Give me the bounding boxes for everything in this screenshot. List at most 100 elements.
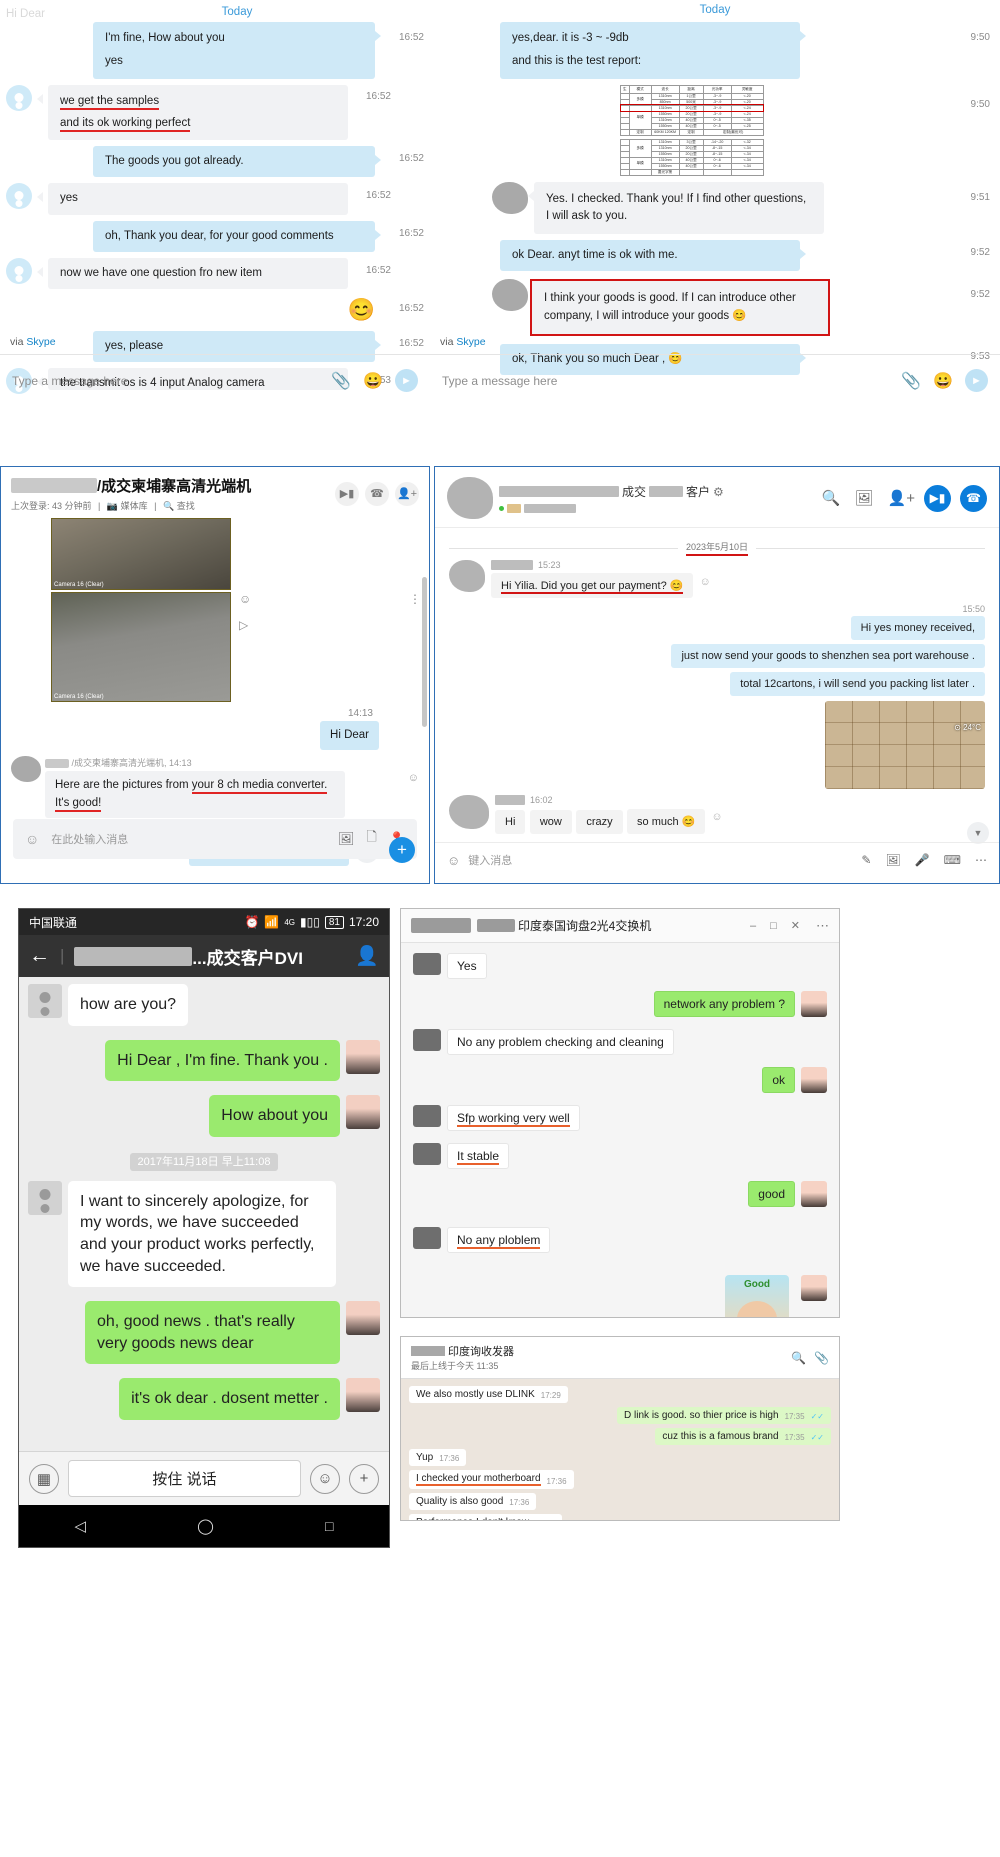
message-bubble[interactable]: Yes	[447, 953, 487, 979]
emoji-reaction-icon[interactable]: ☺	[699, 576, 710, 588]
message-bubble[interactable]: Quality is also good 17:36	[409, 1493, 537, 1510]
baby-sticker[interactable]: Good	[725, 1275, 789, 1317]
message-input[interactable]: 在此处输入消息	[51, 831, 326, 847]
message-bubble[interactable]: No any ploblem	[447, 1227, 551, 1253]
message-row[interactable]: just now send your goods to shenzhen sea…	[449, 644, 985, 668]
message-bubble[interactable]: oh, Thank you dear, for your good commen…	[93, 220, 375, 252]
message-row[interactable]: I checked your motherboard 17:36	[401, 1468, 839, 1491]
gear-icon[interactable]: ⚙	[713, 485, 724, 499]
maximize-icon[interactable]: □	[770, 920, 777, 932]
mic-icon[interactable]: 🎤	[915, 853, 930, 867]
message-bubble[interactable]: good	[748, 1181, 795, 1207]
message-row[interactable]: yes 16:52	[6, 183, 424, 215]
message-bubble[interactable]: How about you	[209, 1095, 340, 1137]
message-row[interactable]: Hi yes money received,	[449, 616, 985, 640]
message-bubble[interactable]: Hi	[495, 810, 526, 834]
message-bubble[interactable]: Hi Yilia. Did you get our payment? 😊	[491, 573, 694, 598]
emoji-icon[interactable]: ☺	[25, 831, 39, 847]
message-row[interactable]: it's ok dear . dosent metter .	[19, 1371, 389, 1427]
message-row[interactable]: ⊙ 24°C	[449, 701, 985, 789]
message-row[interactable]: how are you?	[19, 977, 389, 1033]
hold-to-talk-button[interactable]: 按住 说话	[68, 1460, 301, 1497]
message-composer[interactable]: Type a message here 📎 😀 ►	[430, 359, 1000, 402]
message-bubble[interactable]: network any problem ?	[653, 991, 795, 1017]
message-row[interactable]: network any problem ?	[401, 985, 839, 1023]
home-circle-icon[interactable]: ◯	[197, 1517, 214, 1535]
message-bubble[interactable]: now we have one question fro new item	[48, 257, 348, 289]
message-row[interactable]: good	[401, 1175, 839, 1213]
screenshot-icon[interactable]: 🖼	[885, 853, 900, 867]
voice-call-button[interactable]: ☎	[960, 484, 987, 512]
contact-card-icon[interactable]: 🗋	[366, 828, 376, 850]
video-camera-icon[interactable]: ▶▮	[335, 481, 359, 506]
camera-image-2[interactable]: Camera 16 (Clear)	[51, 592, 231, 702]
message-row[interactable]: I'm fine, How about you yes 16:52	[6, 22, 424, 79]
message-bubble[interactable]: ok	[762, 1067, 795, 1093]
emoji-icon[interactable]: 😀	[933, 371, 953, 391]
message-composer[interactable]: ☺ 键入消息 ✎ 🖼 🎤 ⌨ ⋯	[435, 842, 999, 877]
message-bubble[interactable]: No any problem checking and cleaning	[447, 1029, 674, 1055]
message-row[interactable]: Yes	[401, 947, 839, 985]
scrollbar[interactable]	[422, 577, 427, 727]
message-input[interactable]: Type a message here	[442, 374, 889, 388]
message-bubble[interactable]: I checked your motherboard 17:36	[409, 1470, 574, 1489]
message-row[interactable]: The goods you got already. 16:52	[6, 146, 424, 178]
attach-icon[interactable]: 📎	[331, 371, 351, 391]
emoji-icon[interactable]: ☺	[447, 853, 460, 868]
message-bubble[interactable]: Performance I don't know 17:37	[409, 1514, 563, 1520]
plus-icon[interactable]: +	[349, 1463, 379, 1494]
emoji-icon[interactable]: ☺	[310, 1463, 340, 1494]
message-bubble[interactable]: oh, good news . that's really very goods…	[85, 1301, 340, 1365]
message-bubble[interactable]: total 12cartons, i will send you packing…	[730, 672, 985, 696]
scroll-down-button[interactable]: ▼	[967, 822, 989, 844]
message-row[interactable]: Hi Dear , I'm fine. Thank you .	[19, 1033, 389, 1089]
message-bubble[interactable]: Hi yes money received,	[850, 616, 985, 640]
test-report-image[interactable]: 生 模式 波长 距离 光功率 灵敏度 多模 1310nm 1公里 -3~-9 <-20 …	[619, 84, 765, 176]
message-bubble[interactable]: we get the samples and its ok working pe…	[48, 84, 348, 140]
message-row[interactable]: Camera 16 (Clear)	[51, 518, 429, 590]
add-person-icon[interactable]: 👤+	[888, 489, 915, 507]
find-link[interactable]: 查找	[177, 501, 195, 511]
message-bubble[interactable]: Yup 17:36	[409, 1449, 467, 1466]
message-bubble[interactable]: I want to sincerely apologize, for my wo…	[68, 1180, 336, 1288]
message-bubble[interactable]: We also mostly use DLINK 17:29	[409, 1386, 568, 1403]
add-person-icon[interactable]: 👤+	[395, 481, 419, 506]
message-row[interactable]: D link is good. so thier price is high 1…	[401, 1405, 839, 1426]
message-row[interactable]: /成交柬埔寨高清光端机, 14:13 Here are the pictures…	[11, 756, 419, 818]
media-link[interactable]: 媒体库	[121, 501, 148, 511]
emoji-reaction-icon[interactable]: ☺	[711, 811, 722, 823]
message-row[interactable]: Hi Dear	[11, 721, 419, 751]
android-nav-bar[interactable]: ◁ ◯ □	[19, 1505, 389, 1547]
close-icon[interactable]: ✕	[791, 919, 800, 932]
message-bubble[interactable]: so much 😊	[627, 809, 706, 834]
minimize-icon[interactable]: –	[750, 920, 756, 932]
message-row[interactable]: I think your goods is good. If I can int…	[440, 279, 990, 336]
contact-profile-icon[interactable]: 👤	[355, 944, 379, 968]
mobile-composer[interactable]: ▦ 按住 说话 ☺ +	[19, 1451, 389, 1505]
plus-button[interactable]: +	[389, 837, 415, 863]
message-row[interactable]: Yes. I checked. Thank you! If I find oth…	[440, 181, 990, 234]
message-row[interactable]: Performance I don't know 17:37	[401, 1512, 839, 1520]
more-options-icon[interactable]: ⋮	[409, 592, 421, 606]
attach-icon[interactable]: 📎	[901, 371, 921, 391]
message-row[interactable]: cuz this is a famous brand 17:35 ✓✓	[401, 1426, 839, 1447]
emoji-reaction-icon[interactable]: ☺	[239, 592, 251, 606]
message-list[interactable]: Camera 16 (Clear) Camera 16 (Clear) ☺ ▷ …	[1, 518, 429, 702]
message-bubble[interactable]: wow	[529, 810, 572, 834]
message-composer[interactable]: ☺ 在此处输入消息 🖼 🗋 📍	[13, 819, 417, 859]
more-icon[interactable]: ⋯	[816, 918, 829, 934]
message-bubble[interactable]: ok Dear. anyt time is ok with me.	[500, 240, 800, 272]
message-row[interactable]: We also mostly use DLINK 17:29	[401, 1384, 839, 1405]
message-list[interactable]: Yes network any problem ? No any problem…	[401, 943, 839, 1317]
message-list[interactable]: how are you? Hi Dear , I'm fine. Thank y…	[19, 977, 389, 1427]
message-input[interactable]: Type a message here	[12, 374, 319, 388]
image-icon[interactable]: 🖼	[855, 489, 874, 507]
message-row[interactable]: How about you	[19, 1088, 389, 1144]
message-row[interactable]: Quality is also good 17:36	[401, 1491, 839, 1512]
message-row[interactable]: It stable	[401, 1137, 839, 1175]
back-arrow-icon[interactable]: ←	[29, 944, 50, 968]
message-row[interactable]: we get the samples and its ok working pe…	[6, 84, 424, 140]
search-icon[interactable]: 🔍	[822, 489, 841, 507]
voice-icon[interactable]: ✎	[861, 853, 871, 867]
message-bubble[interactable]: Hi Dear , I'm fine. Thank you .	[105, 1039, 340, 1082]
